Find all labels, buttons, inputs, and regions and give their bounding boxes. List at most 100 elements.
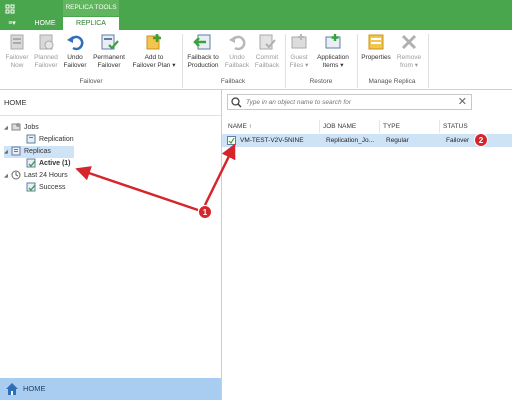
application-items-button[interactable]: Application Items ▾ xyxy=(311,32,355,70)
failback-production-icon xyxy=(193,34,211,50)
tree-item-label: Replicas xyxy=(24,148,51,155)
planned-failover-label-1: Planned xyxy=(34,54,58,61)
tree-item-jobs[interactable]: ◢ Jobs xyxy=(4,122,39,134)
properties-button[interactable]: Properties xyxy=(358,32,394,62)
column-header-job-name[interactable]: JOB NAME xyxy=(320,120,380,133)
tree-item-active[interactable]: Active (1) xyxy=(26,158,71,169)
annotation-badge-2: 2 xyxy=(474,133,488,147)
undo-failover-icon xyxy=(67,35,84,51)
ribbon-separator xyxy=(428,34,429,88)
cell-type: Regular xyxy=(386,137,409,144)
remove-from-button[interactable]: Remove from ▾ xyxy=(393,32,425,70)
tree-expand-icon[interactable]: ◢ xyxy=(4,123,11,134)
navigation-pane: HOME ◢ Jobs Replication ◢ Replicas Active … xyxy=(0,90,222,400)
failover-now-icon xyxy=(10,34,24,50)
commit-failback-button[interactable]: Commit Failback xyxy=(251,32,283,70)
active-replica-icon xyxy=(26,158,36,168)
add-to-failover-plan-label-2: Failover Plan ▾ xyxy=(132,62,176,69)
table-row[interactable]: VM-TEST-V2V-5NINE Replication_Jo... Regu… xyxy=(222,134,512,147)
tree-item-label: Jobs xyxy=(24,124,39,131)
column-header-status[interactable]: STATUS xyxy=(440,120,512,133)
group-label-failback: Failback xyxy=(220,78,246,85)
undo-failback-label-2: Failback xyxy=(224,62,250,69)
failback-to-production-label-2: Production xyxy=(187,62,219,69)
grid-header: NAME ↑ JOB NAME TYPE STATUS xyxy=(222,120,512,133)
search-icon xyxy=(231,97,242,108)
tree-expand-icon[interactable]: ◢ xyxy=(4,147,11,158)
properties-icon xyxy=(368,34,384,50)
failover-now-label-1: Failover xyxy=(5,54,29,61)
failover-now-label-2: Now xyxy=(10,62,24,69)
permanent-failover-icon xyxy=(101,34,119,50)
app-logo-icon[interactable] xyxy=(4,3,16,15)
undo-failover-label-2: Failover xyxy=(63,62,87,69)
column-header-type[interactable]: TYPE xyxy=(380,120,440,133)
guest-files-label-1: Guest xyxy=(290,54,308,61)
application-items-label-2: Items ▾ xyxy=(322,62,344,69)
tree-item-replicas[interactable]: ◢ Replicas xyxy=(4,146,74,158)
guest-files-icon xyxy=(291,34,307,49)
add-to-failover-plan-button[interactable]: Add to Failover Plan ▾ xyxy=(128,32,180,70)
permanent-failover-button[interactable]: Permanent Failover xyxy=(89,32,129,70)
failover-now-button[interactable]: Failover Now xyxy=(2,32,32,70)
clock-icon xyxy=(11,170,21,180)
main-menu-button[interactable]: ≡▾ xyxy=(3,18,21,30)
remove-icon xyxy=(401,34,417,50)
column-header-name[interactable]: NAME ↑ xyxy=(225,120,320,133)
search-box: ✕ xyxy=(227,94,472,110)
cell-status: Failover xyxy=(446,137,470,144)
application-items-icon xyxy=(325,34,341,49)
group-label-restore: Restore xyxy=(309,78,333,85)
navigation-title: HOME xyxy=(4,98,27,107)
tab-home[interactable]: HOME xyxy=(26,17,64,30)
planned-failover-icon xyxy=(39,34,54,50)
failback-to-production-label-1: Failback to xyxy=(187,54,219,61)
annotation-badge-1: 1 xyxy=(198,205,212,219)
tree-item-last-24-hours[interactable]: ◢ Last 24 Hours xyxy=(4,170,68,182)
undo-failover-label-1: Undo xyxy=(67,54,83,61)
remove-from-label-1: Remove xyxy=(396,54,422,61)
vm-replica-icon xyxy=(227,136,236,145)
group-label-manage-replica: Manage Replica xyxy=(368,78,416,85)
home-nav-label: HOME xyxy=(23,384,46,393)
title-bar: REPLICA TOOLS ≡▾ HOME REPLICA xyxy=(0,0,512,30)
tree-item-label: Active (1) xyxy=(39,160,71,167)
tree-item-label: Replication xyxy=(39,136,74,143)
add-to-failover-plan-label-1: Add to xyxy=(144,54,164,61)
success-icon xyxy=(26,182,36,192)
failback-to-production-button[interactable]: Failback to Production xyxy=(183,32,223,70)
tree-item-success[interactable]: Success xyxy=(26,182,65,193)
clear-search-icon[interactable]: ✕ xyxy=(458,96,467,109)
tree-item-label: Success xyxy=(39,184,66,191)
guest-files-button[interactable]: Guest Files ▾ xyxy=(286,32,312,70)
search-input[interactable] xyxy=(246,96,451,108)
group-label-failover: Failover xyxy=(79,78,103,85)
undo-failback-button[interactable]: Undo Failback xyxy=(222,32,252,70)
undo-failback-icon xyxy=(229,35,246,51)
undo-failover-button[interactable]: Undo Failover xyxy=(60,32,90,70)
undo-failback-label-1: Undo xyxy=(229,54,245,61)
home-icon xyxy=(6,383,18,395)
tree-item-replication[interactable]: Replication xyxy=(26,134,74,145)
jobs-icon xyxy=(11,123,21,131)
cell-name: VM-TEST-V2V-5NINE xyxy=(240,137,304,144)
tree-expand-icon[interactable]: ◢ xyxy=(4,171,11,182)
commit-failback-label-1: Commit xyxy=(255,54,279,61)
remove-from-label-2: from ▾ xyxy=(399,62,419,69)
replicas-icon xyxy=(11,146,21,156)
permanent-failover-label-2: Failover xyxy=(97,62,121,69)
tab-replica[interactable]: REPLICA xyxy=(63,17,119,30)
guest-files-label-2: Files ▾ xyxy=(289,62,309,69)
planned-failover-button[interactable]: Planned Failover xyxy=(31,32,61,70)
planned-failover-label-2: Failover xyxy=(34,62,58,69)
home-nav-button[interactable]: HOME xyxy=(0,378,221,400)
application-items-label-1: Application xyxy=(317,54,349,61)
cell-job-name: Replication_Jo... xyxy=(326,137,375,144)
add-failover-plan-icon xyxy=(146,34,161,50)
replication-job-icon xyxy=(26,134,36,144)
commit-failback-label-2: Failback xyxy=(254,62,280,69)
commit-failback-icon xyxy=(259,34,276,50)
replica-tools-group-label: REPLICA TOOLS xyxy=(63,0,119,16)
permanent-failover-label-1: Permanent xyxy=(93,54,125,61)
properties-label-1: Properties xyxy=(361,54,391,61)
